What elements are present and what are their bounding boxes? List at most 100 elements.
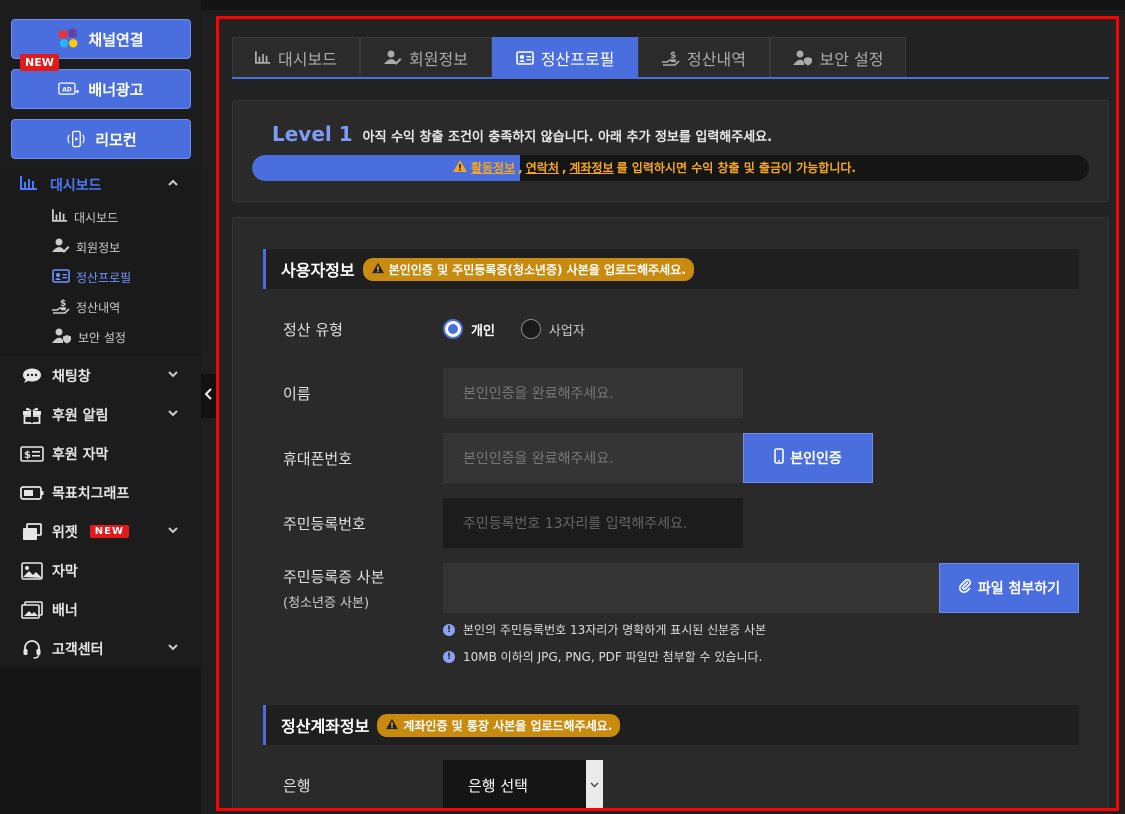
paperclip-icon — [958, 578, 972, 598]
warning-triangle-icon — [385, 718, 399, 733]
remote-button[interactable]: 리모컨 — [11, 119, 191, 159]
chat-bubble-icon — [20, 368, 44, 384]
sidebar-item-0[interactable]: 채팅창 — [0, 356, 201, 395]
level-progress-bar: 활동정보, 연락처, 계좌정보 를 입력하시면 수익 창출 및 출금이 가능합니다… — [252, 155, 1089, 181]
sidebar-subitem-2[interactable]: 정산프로필 — [0, 262, 201, 292]
name-label: 이름 — [283, 385, 311, 403]
attach-file-button[interactable]: 파일 첨부하기 — [939, 563, 1079, 613]
bank-select[interactable]: 은행 선택 — [443, 760, 603, 808]
tab-3[interactable]: $ 정산내역 — [638, 37, 770, 77]
sidebar-item-label: 후원 자막 — [52, 446, 109, 463]
chevron-left-icon — [204, 387, 214, 405]
settlement-form: 사용자정보 본인인증 및 주민등록증(청소년증) 사본을 업로드해주세요. 정산… — [232, 217, 1109, 808]
sidebar-dashboard-sublist: 대시보드회원정보정산프로필 $ 정산내역 보안 설정 — [0, 202, 201, 356]
sidebar-subitem-4[interactable]: 보안 설정 — [0, 322, 201, 352]
sidebar-item-2[interactable]: $ 후원 자막 — [0, 434, 201, 473]
money-hand-icon: $ — [52, 298, 70, 317]
radio-individual-label[interactable]: 개인 — [471, 320, 495, 339]
user-info-section-header: 사용자정보 본인인증 및 주민등록증(청소년증) 사본을 업로드해주세요. — [263, 249, 1079, 289]
sidebar-item-3[interactable]: 목표치그래프 — [0, 473, 201, 512]
top-strip — [201, 0, 1125, 10]
note-file-limit-text: 10MB 이하의 JPG, PNG, PDF 파일만 첨부할 수 있습니다. — [463, 650, 763, 664]
new-badge: NEW — [89, 525, 129, 538]
name-field[interactable]: 본인인증을 완료해주세요. — [443, 368, 743, 418]
radio-business-label[interactable]: 사업자 — [549, 320, 585, 339]
sidebar-group-dashboard-label: 대시보드 — [50, 178, 102, 194]
banner-ads-button[interactable]: AD 배너광고 — [11, 69, 191, 109]
phone-field[interactable]: 본인인증을 완료해주세요. — [443, 433, 743, 483]
user-edit-icon — [384, 50, 402, 65]
identity-verify-button[interactable]: 본인인증 — [743, 433, 873, 483]
level-title: Level 1 — [272, 122, 353, 146]
sidebar-item-1[interactable]: 후원 알림 — [0, 395, 201, 434]
remote-phone-icon — [65, 130, 87, 148]
tab-4[interactable]: 보안 설정 — [770, 37, 906, 77]
sidebar-collapse-button[interactable] — [201, 374, 217, 418]
tab-0[interactable]: 대시보드 — [232, 37, 360, 77]
sidebar-subitem-3[interactable]: $ 정산내역 — [0, 292, 201, 322]
sidebar-item-label: 자막 — [52, 563, 78, 580]
note-id-requirement: ! 본인의 주민등록번호 13자리가 명확하게 표시된 신분증 사본 — [443, 621, 766, 638]
radio-individual[interactable] — [443, 319, 463, 339]
tab-label: 회원정보 — [409, 49, 468, 69]
rrn-label: 주민등록번호 — [283, 515, 366, 533]
note-id-requirement-text: 본인의 주민등록번호 13자리가 명확하게 표시된 신분증 사본 — [463, 623, 767, 637]
channel-connect-label: 채널연결 — [88, 30, 144, 49]
progress-link-contact[interactable]: 연락처 — [526, 159, 559, 176]
sidebar-subitem-0[interactable]: 대시보드 — [0, 202, 201, 232]
tab-bar: 대시보드 회원정보 정산프로필 $ 정산내역 보안 설정 — [232, 37, 1109, 79]
id-copy-label: 주민등록증 사본 — [283, 568, 385, 586]
gift-icon — [20, 406, 44, 424]
progress-sep-2: , — [561, 160, 567, 175]
account-section-title: 정산계좌정보 — [281, 717, 370, 736]
rrn-field[interactable]: 주민등록번호 13자리를 입력해주세요. — [443, 498, 743, 548]
sidebar-item-label: 후원 알림 — [52, 407, 109, 424]
sidebar-item-label: 고객센터 — [52, 641, 104, 658]
user-info-warning-text: 본인인증 및 주민등록증(청소년증) 사본을 업로드해주세요. — [388, 262, 686, 277]
account-warning: 계좌인증 및 통장 사본을 업로드해주세요. — [377, 713, 621, 737]
level-header: Level 1 아직 수익 창출 조건이 충족하지 않습니다. 아래 추가 정보… — [272, 122, 772, 146]
level-progress-text: 활동정보, 연락처, 계좌정보 를 입력하시면 수익 창출 및 출금이 가능합니다… — [452, 159, 856, 176]
user-info-section-title: 사용자정보 — [281, 261, 355, 280]
image-text-icon — [20, 561, 44, 580]
level-status-card: Level 1 아직 수익 창출 조건이 충족하지 않습니다. 아래 추가 정보… — [232, 100, 1109, 202]
info-icon: ! — [443, 623, 455, 636]
settlement-profile-panel: 대시보드 회원정보 정산프로필 $ 정산내역 보안 설정 Level 1 아직 수익 창출… — [216, 16, 1119, 811]
level-message: 아직 수익 창출 조건이 충족하지 않습니다. 아래 추가 정보를 입력해주세요… — [362, 130, 773, 145]
radio-business[interactable] — [520, 319, 541, 339]
id-card-icon — [52, 268, 70, 286]
headset-icon — [20, 639, 44, 659]
sidebar-subitem-1[interactable]: 회원정보 — [0, 232, 201, 262]
sidebar-item-7[interactable]: 고객센터 — [0, 629, 201, 668]
sidebar-top-buttons: 채널연결 NEW AD 배너광고 리모컨 — [0, 0, 201, 168]
channel-connect-button[interactable]: 채널연결 — [11, 19, 191, 59]
sidebar-subitem-label: 정산프로필 — [76, 270, 132, 285]
user-shield-icon — [792, 50, 813, 66]
chevron-down-icon — [167, 524, 179, 540]
bank-select-value: 은행 선택 — [468, 776, 528, 795]
money-hand-icon: $ — [662, 50, 680, 66]
sidebar-item-4[interactable]: 위젯 NEW — [0, 512, 201, 551]
progress-link-activity[interactable]: 활동정보 — [471, 159, 515, 176]
banner-new-badge: NEW — [20, 54, 59, 71]
sidebar-item-6[interactable]: 배너 — [0, 590, 201, 629]
sidebar-group-dashboard[interactable]: 대시보드 — [0, 168, 201, 202]
progress-link-account[interactable]: 계좌정보 — [569, 159, 613, 176]
svg-text:$: $ — [24, 450, 31, 461]
ticket-icon: $ — [20, 445, 44, 462]
id-copy-file-field[interactable] — [443, 563, 940, 613]
sidebar-nav-list: 채팅창후원 알림 $ 후원 자막목표치그래프 위젯 NEW 자막배너고객센터 — [0, 356, 201, 668]
remote-label: 리모컨 — [95, 130, 137, 149]
tab-1[interactable]: 회원정보 — [360, 37, 492, 77]
identity-verify-label: 본인인증 — [790, 451, 842, 467]
battery-icon — [20, 485, 44, 500]
account-section-header: 정산계좌정보 계좌인증 및 통장 사본을 업로드해주세요. — [263, 705, 1079, 745]
sidebar-item-5[interactable]: 자막 — [0, 551, 201, 590]
sidebar-subitem-label: 회원정보 — [76, 240, 121, 255]
chevron-down-icon — [167, 407, 179, 423]
tab-2[interactable]: 정산프로필 — [492, 37, 638, 77]
tab-label: 보안 설정 — [819, 49, 884, 69]
mobile-phone-icon — [774, 448, 785, 468]
chevron-down-icon[interactable] — [586, 760, 603, 808]
user-info-warning: 본인인증 및 주민등록증(청소년증) 사본을 업로드해주세요. — [362, 257, 694, 281]
